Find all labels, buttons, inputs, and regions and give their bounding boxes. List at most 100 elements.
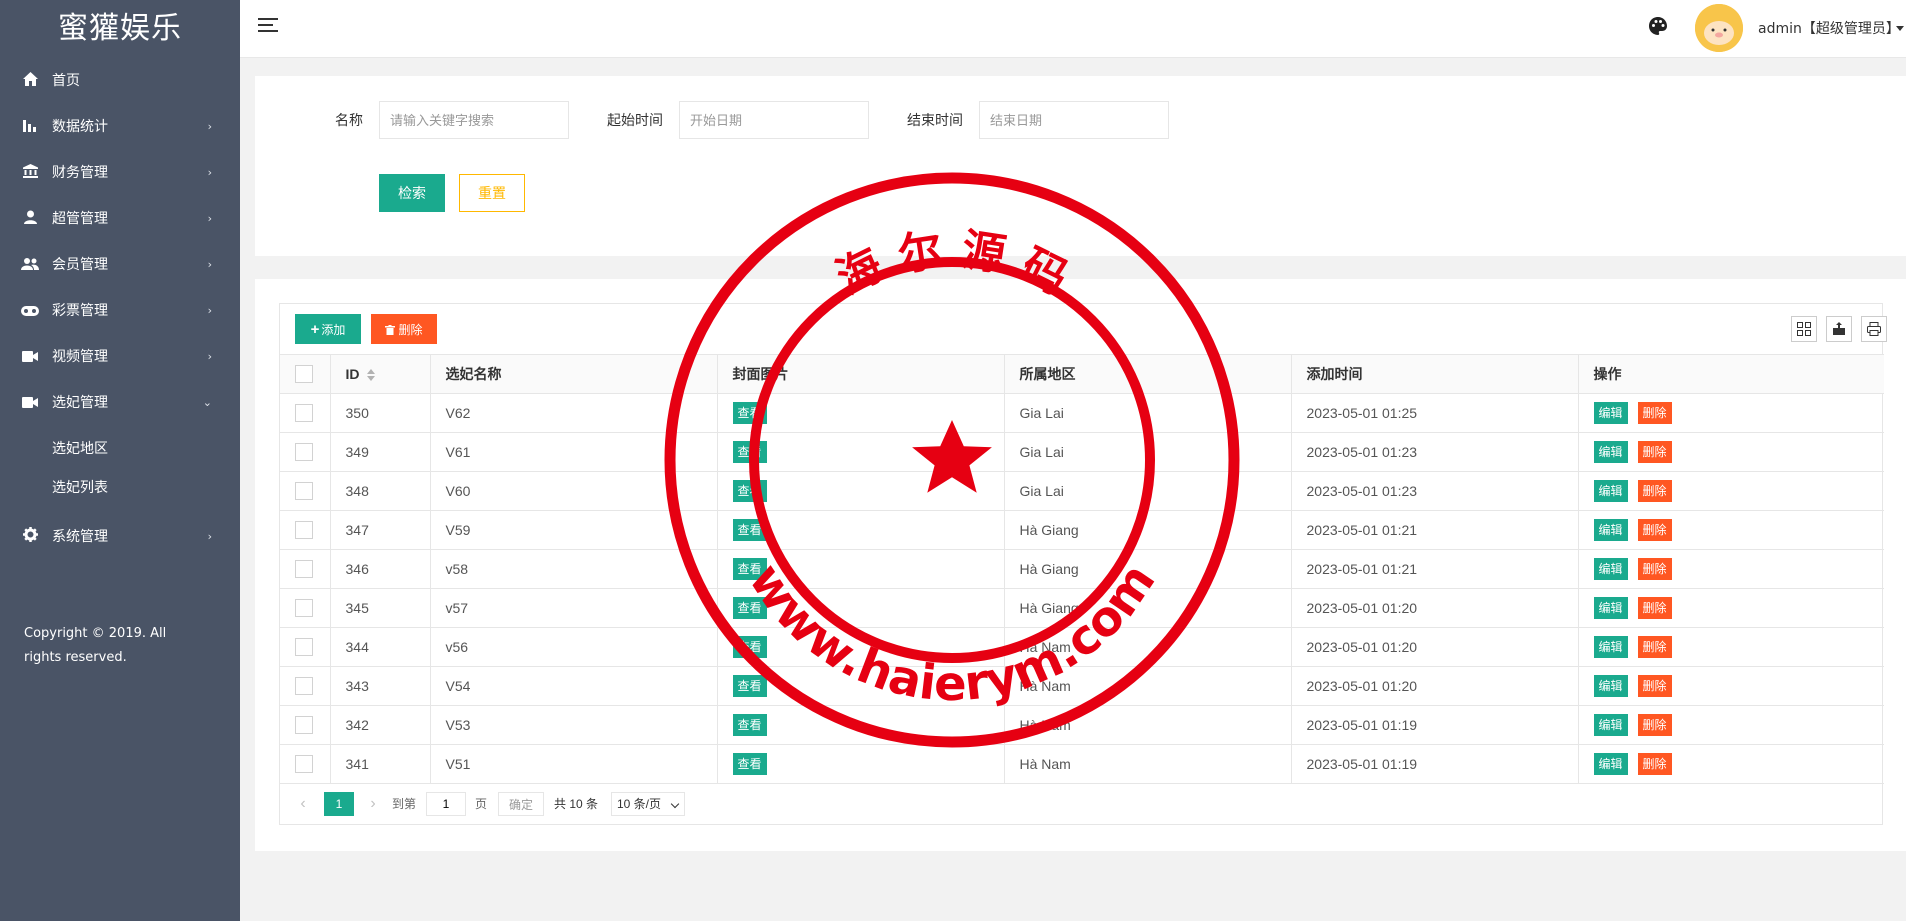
add-button-label: 添加 — [321, 322, 346, 337]
row-checkbox[interactable] — [295, 404, 313, 423]
cell-region: Hà Giang — [1004, 549, 1292, 589]
delete-button[interactable]: 删除 — [1637, 636, 1672, 658]
view-cover-button[interactable]: 查看 — [732, 402, 767, 424]
delete-button[interactable]: 删除 — [1637, 480, 1672, 502]
plus-icon: + — [310, 320, 320, 338]
edit-button[interactable]: 编辑 — [1593, 714, 1628, 736]
sidebar-item-label: 会员管理 — [52, 257, 108, 273]
sidebar-item-label: 系统管理 — [52, 529, 108, 545]
page-unit-label: 页 — [475, 797, 488, 811]
start-date-input[interactable] — [679, 101, 869, 139]
view-cover-button[interactable]: 查看 — [732, 675, 767, 697]
menu-toggle-icon[interactable] — [258, 18, 278, 36]
batch-delete-button[interactable]: 删除 — [371, 314, 437, 344]
page-confirm-button[interactable]: 确定 — [498, 792, 544, 816]
sidebar-item-admin[interactable]: 超管管理 › — [0, 196, 240, 242]
view-cover-button[interactable]: 查看 — [732, 753, 767, 775]
cell-time: 2023-05-01 01:23 — [1291, 471, 1579, 511]
cell-actions: 编辑 删除 — [1578, 666, 1884, 706]
table-row: 343 V54 查看 Hà Nam 2023-05-01 01:20 编辑 删除 — [280, 666, 1884, 706]
sidebar-item-system[interactable]: 系统管理 › — [0, 514, 240, 560]
end-date-input[interactable] — [979, 101, 1169, 139]
gamepad-icon — [21, 288, 39, 334]
view-cover-button[interactable]: 查看 — [732, 597, 767, 619]
edit-button[interactable]: 编辑 — [1593, 402, 1628, 424]
sidebar-item-video[interactable]: 视频管理 › — [0, 334, 240, 380]
name-search-input[interactable] — [379, 101, 569, 139]
export-icon[interactable] — [1826, 316, 1852, 342]
table-row: 342 V53 查看 Hà Nam 2023-05-01 01:19 编辑 删除 — [280, 705, 1884, 745]
cell-cover: 查看 — [717, 627, 1005, 667]
sidebar-item-finance[interactable]: 财务管理 › — [0, 150, 240, 196]
cell-id: 350 — [330, 393, 431, 433]
delete-button[interactable]: 删除 — [1637, 402, 1672, 424]
header-time: 添加时间 — [1291, 354, 1579, 394]
edit-button[interactable]: 编辑 — [1593, 480, 1628, 502]
page-size-select[interactable]: 10 条/页 — [611, 792, 685, 816]
select-all-checkbox[interactable] — [295, 365, 313, 384]
page-number-current[interactable]: 1 — [324, 792, 354, 816]
cell-actions: 编辑 删除 — [1578, 588, 1884, 628]
avatar[interactable] — [1695, 4, 1743, 52]
delete-button[interactable]: 删除 — [1637, 714, 1672, 736]
row-checkbox[interactable] — [295, 521, 313, 540]
edit-button[interactable]: 编辑 — [1593, 558, 1628, 580]
sidebar-item-lottery[interactable]: 彩票管理 › — [0, 288, 240, 334]
chevron-down-icon: ⌄ — [202, 396, 212, 409]
edit-button[interactable]: 编辑 — [1593, 597, 1628, 619]
row-checkbox[interactable] — [295, 599, 313, 618]
delete-button[interactable]: 删除 — [1637, 753, 1672, 775]
row-checkbox[interactable] — [295, 482, 313, 501]
cell-actions: 编辑 删除 — [1578, 705, 1884, 745]
prev-page-icon[interactable]: ‹ — [296, 794, 310, 814]
edit-button[interactable]: 编辑 — [1593, 753, 1628, 775]
user-menu[interactable]: admin【超级管理员】 — [1758, 18, 1900, 38]
search-button[interactable]: 检索 — [379, 174, 445, 212]
palette-icon[interactable] — [1648, 16, 1670, 38]
trash-icon — [385, 324, 396, 338]
print-icon[interactable] — [1861, 316, 1887, 342]
sidebar-item-home[interactable]: 首页 — [0, 58, 240, 104]
caret-down-icon[interactable] — [1896, 26, 1904, 31]
delete-button[interactable]: 删除 — [1637, 558, 1672, 580]
sidebar-item-selection[interactable]: 选妃管理 ⌄ — [0, 380, 240, 426]
columns-filter-icon[interactable] — [1791, 316, 1817, 342]
sort-icon[interactable] — [366, 368, 376, 382]
edit-button[interactable]: 编辑 — [1593, 441, 1628, 463]
submenu-item-region[interactable]: 选妃地区 — [0, 430, 240, 469]
cell-region: Hà Nam — [1004, 627, 1292, 667]
page-jump-input[interactable] — [426, 792, 466, 816]
view-cover-button[interactable]: 查看 — [732, 441, 767, 463]
reset-button[interactable]: 重置 — [459, 174, 525, 212]
edit-button[interactable]: 编辑 — [1593, 519, 1628, 541]
header-id[interactable]: ID — [330, 354, 431, 394]
next-page-icon[interactable]: › — [366, 794, 380, 814]
brand-title: 蜜獾娱乐 — [58, 11, 182, 46]
view-cover-button[interactable]: 查看 — [732, 519, 767, 541]
row-checkbox[interactable] — [295, 560, 313, 579]
header-id-label: ID — [345, 365, 360, 382]
row-checkbox[interactable] — [295, 443, 313, 462]
edit-button[interactable]: 编辑 — [1593, 675, 1628, 697]
view-cover-button[interactable]: 查看 — [732, 480, 767, 502]
row-checkbox[interactable] — [295, 755, 313, 774]
add-button[interactable]: + 添加 — [295, 314, 361, 344]
edit-button[interactable]: 编辑 — [1593, 636, 1628, 658]
delete-button[interactable]: 删除 — [1637, 597, 1672, 619]
delete-button[interactable]: 删除 — [1637, 519, 1672, 541]
sidebar-item-statistics[interactable]: 数据统计 › — [0, 104, 240, 150]
row-checkbox[interactable] — [295, 638, 313, 657]
submenu-item-list[interactable]: 选妃列表 — [0, 469, 240, 508]
delete-button-label: 删除 — [398, 322, 423, 337]
table-row: 350 V62 查看 Gia Lai 2023-05-01 01:25 编辑 删除 — [280, 393, 1884, 433]
cell-region: Hà Nam — [1004, 666, 1292, 706]
sidebar-item-members[interactable]: 会员管理 › — [0, 242, 240, 288]
delete-button[interactable]: 删除 — [1637, 675, 1672, 697]
view-cover-button[interactable]: 查看 — [732, 714, 767, 736]
row-checkbox[interactable] — [295, 677, 313, 696]
row-checkbox[interactable] — [295, 716, 313, 735]
view-cover-button[interactable]: 查看 — [732, 636, 767, 658]
delete-button[interactable]: 删除 — [1637, 441, 1672, 463]
view-cover-button[interactable]: 查看 — [732, 558, 767, 580]
cell-cover: 查看 — [717, 744, 1005, 784]
